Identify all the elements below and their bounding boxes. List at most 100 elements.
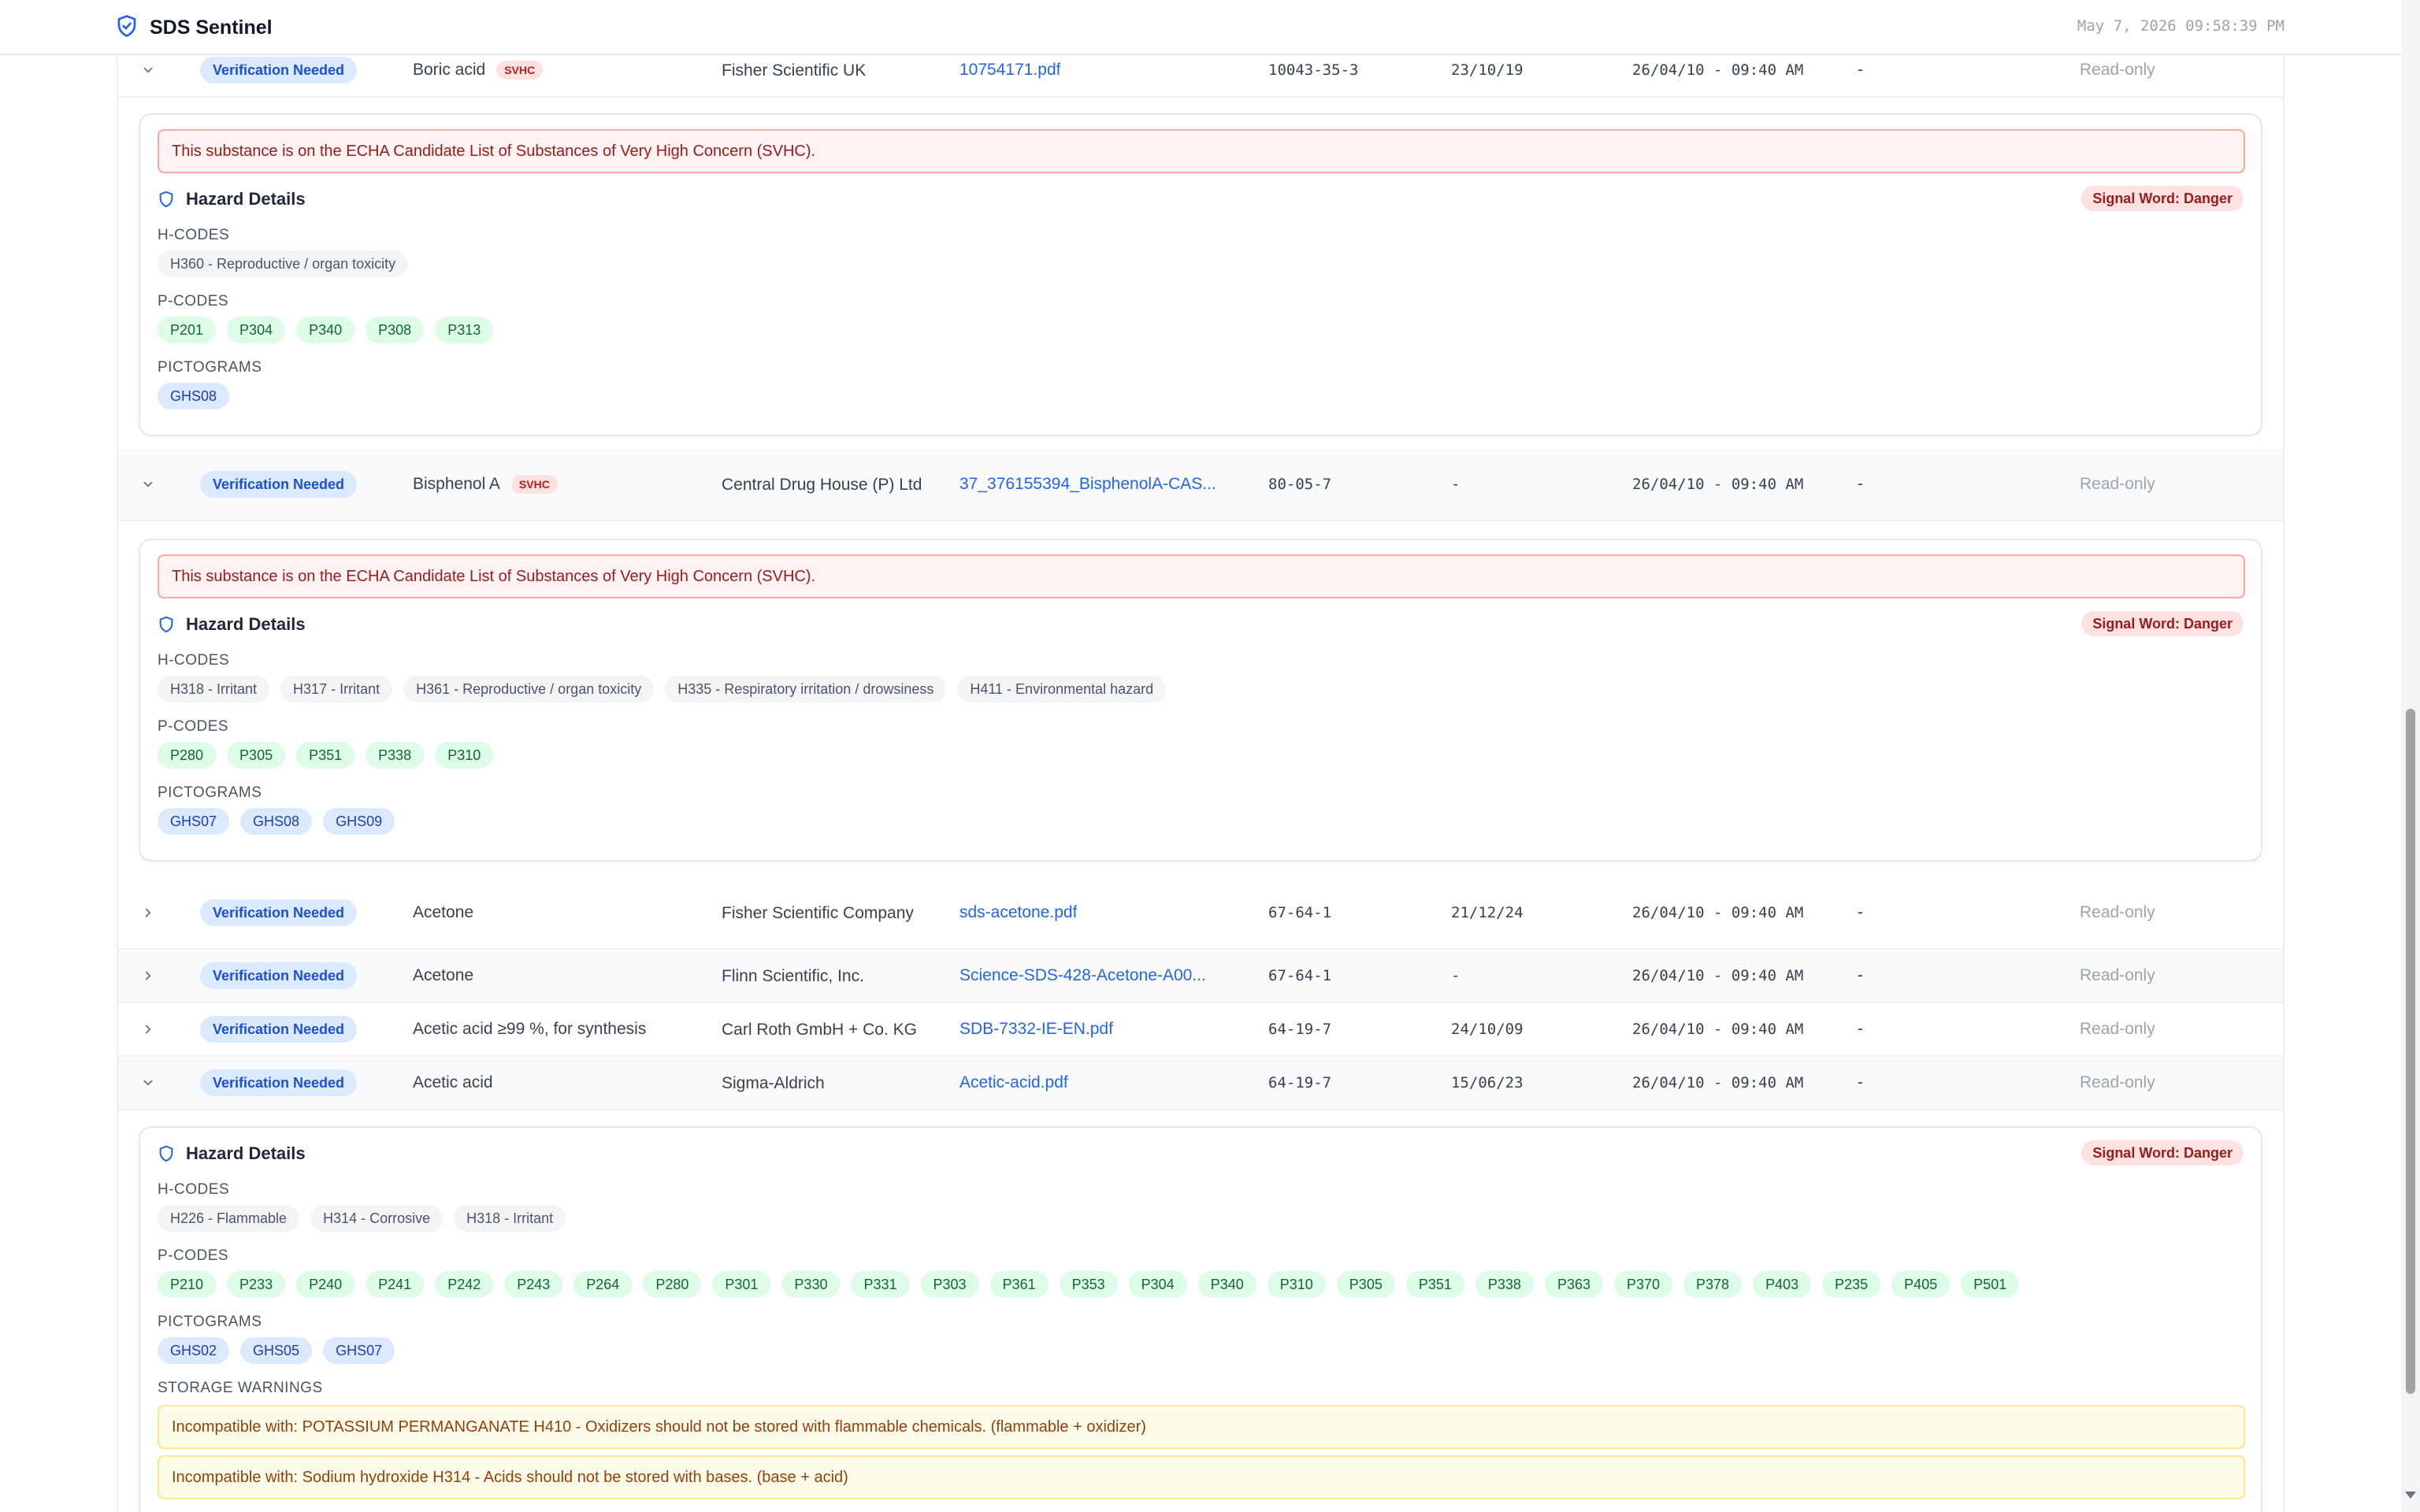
p-code-chip: P363 xyxy=(1544,1271,1603,1298)
product-name: Acetic acid ≥99 %, for synthesis xyxy=(413,1020,647,1038)
p-code-chip: P331 xyxy=(851,1271,910,1298)
p-code-chip: P338 xyxy=(366,742,425,769)
status-badge: Verification Needed xyxy=(200,57,358,83)
table-row[interactable]: Verification Needed Bisphenol A SVHC Cent… xyxy=(118,449,2283,521)
svhc-alert: This substance is on the ECHA Candidate … xyxy=(158,554,2245,598)
p-code-chip: P240 xyxy=(296,1271,355,1298)
p-code-chip: P378 xyxy=(1683,1271,1743,1298)
collapse-row-button[interactable] xyxy=(137,1057,159,1109)
sds-file-link[interactable]: SDB-7332-IE-EN.pdf xyxy=(959,1020,1113,1039)
collapse-row-button[interactable] xyxy=(137,55,159,96)
p-code-chip: P233 xyxy=(227,1271,286,1298)
h-codes-label: H-CODES xyxy=(158,652,230,669)
expand-row-button[interactable] xyxy=(137,950,159,1002)
table-row[interactable]: Verification Needed Boric acid SVHC Fishe… xyxy=(118,55,2283,98)
pictograms-label: PICTOGRAMS xyxy=(158,784,262,801)
owner: - xyxy=(1858,903,1863,921)
p-code-chip: P304 xyxy=(227,317,286,343)
p-code-chip: P210 xyxy=(158,1271,217,1298)
pictograms-list: GHS07 GHS08 GHS09 xyxy=(158,808,395,835)
expand-row-button[interactable] xyxy=(137,877,159,948)
product-name: Boric acid xyxy=(413,61,486,79)
h-code-chip: H411 - Environmental hazard xyxy=(957,676,1167,702)
p-code-chip: P370 xyxy=(1613,1271,1673,1298)
p-codes-list: P280 P305 P351 P338 P310 xyxy=(158,742,494,769)
chevron-right-icon xyxy=(145,1025,151,1034)
p-code-chip: P340 xyxy=(1197,1271,1256,1298)
p-code-chip: P201 xyxy=(158,317,217,343)
collapse-row-button[interactable] xyxy=(137,449,159,520)
h-code-chip: H335 - Respiratory irritation / drowsine… xyxy=(665,676,947,702)
product-name: Acetone xyxy=(413,966,474,984)
h-code-chip: H361 - Reproductive / organ toxicity xyxy=(403,676,655,702)
supplier-name: Carl Roth GmbH + Co. KG xyxy=(722,1020,917,1039)
cas-number: 67-64-1 xyxy=(1268,904,1332,921)
status-badge: Verification Needed xyxy=(200,962,358,989)
sds-file-link[interactable]: 37_376155394_BisphenolA-CAS... xyxy=(959,475,1216,494)
pictogram-chip: GHS09 xyxy=(323,808,395,835)
h-codes-list: H360 - Reproductive / organ toxicity xyxy=(158,250,409,277)
sds-file-link[interactable]: sds-acetone.pdf xyxy=(959,903,1077,922)
access-level: Read-only xyxy=(2080,61,2155,79)
p-code-chip: P305 xyxy=(1336,1271,1395,1298)
updated-time: 26/04/10 - 09:40 AM xyxy=(1632,967,1804,984)
signal-word-badge: Signal Word: Danger xyxy=(2081,186,2244,211)
table-row[interactable]: Verification Needed Acetic acid Sigma-Al… xyxy=(118,1057,2283,1110)
p-code-chip: P242 xyxy=(435,1271,494,1298)
revision-date: 15/06/23 xyxy=(1451,1074,1524,1091)
owner: - xyxy=(1858,61,1863,79)
h-code-chip: H318 - Irritant xyxy=(454,1205,566,1232)
updated-time: 26/04/10 - 09:40 AM xyxy=(1632,1074,1804,1091)
cas-number: 64-19-7 xyxy=(1268,1021,1332,1038)
h-code-chip: H318 - Irritant xyxy=(158,676,270,702)
p-code-chip: P313 xyxy=(435,317,494,343)
table-row[interactable]: Verification Needed Acetic acid ≥99 %, f… xyxy=(118,1003,2283,1057)
pictograms-list: GHS08 xyxy=(158,383,230,410)
hazard-details-panel: Hazard Details Signal Word: Danger H-COD… xyxy=(139,1126,2262,1512)
hazard-details-panel: This substance is on the ECHA Candidate … xyxy=(139,113,2262,436)
sds-file-link[interactable]: Science-SDS-428-Acetone-A00... xyxy=(959,966,1206,985)
p-codes-list: P210 P233 P240 P241 P242 P243 P264 P280 … xyxy=(158,1271,2020,1298)
h-codes-label: H-CODES xyxy=(158,1181,230,1198)
p-code-chip: P353 xyxy=(1059,1271,1118,1298)
p-code-chip: P351 xyxy=(296,742,355,769)
p-code-chip: P351 xyxy=(1405,1271,1464,1298)
cas-number: 64-19-7 xyxy=(1268,1074,1332,1091)
h-code-chip: H314 - Corrosive xyxy=(310,1205,444,1232)
owner: - xyxy=(1858,1020,1863,1038)
expand-row-button[interactable] xyxy=(137,1003,159,1055)
status-badge: Verification Needed xyxy=(200,471,358,498)
owner: - xyxy=(1858,966,1863,984)
pictograms-list: GHS02 GHS05 GHS07 xyxy=(158,1337,395,1364)
access-level: Read-only xyxy=(2080,966,2155,984)
sds-file-link[interactable]: Acetic-acid.pdf xyxy=(959,1073,1068,1092)
shield-icon xyxy=(159,616,173,633)
svhc-alert: This substance is on the ECHA Candidate … xyxy=(158,129,2245,173)
cas-number: 10043-35-3 xyxy=(1268,61,1359,79)
scrollbar-thumb[interactable] xyxy=(2406,709,2415,1394)
chevron-down-icon xyxy=(143,481,153,487)
h-codes-list: H226 - Flammable H314 - Corrosive H318 -… xyxy=(158,1205,566,1232)
signal-word-badge: Signal Word: Danger xyxy=(2081,1140,2244,1166)
vertical-scrollbar[interactable] xyxy=(2401,0,2420,1512)
p-code-chip: P361 xyxy=(989,1271,1049,1298)
access-level: Read-only xyxy=(2080,1020,2155,1038)
status-badge: Verification Needed xyxy=(200,1069,358,1096)
supplier-name: Sigma-Aldrich xyxy=(722,1073,825,1092)
p-code-chip: P403 xyxy=(1753,1271,1812,1298)
hazard-details-title: Hazard Details xyxy=(158,1143,306,1164)
sds-file-link[interactable]: 10754171.pdf xyxy=(959,61,1060,80)
brand[interactable]: SDS Sentinel xyxy=(115,14,273,42)
updated-time: 26/04/10 - 09:40 AM xyxy=(1632,904,1804,921)
sds-table: Verification Needed Boric acid SVHC Fishe… xyxy=(117,55,2285,1512)
pictogram-chip: GHS08 xyxy=(240,808,313,835)
scroll-down-arrow-icon[interactable] xyxy=(2405,1492,2416,1499)
storage-warnings-label: STORAGE WARNINGS xyxy=(158,1380,323,1396)
supplier-name: Flinn Scientific, Inc. xyxy=(722,966,864,985)
table-row[interactable]: Verification Needed Acetone Fisher Scien… xyxy=(118,877,2283,950)
h-codes-list: H318 - Irritant H317 - Irritant H361 - R… xyxy=(158,676,1167,702)
table-row[interactable]: Verification Needed Acetone Flinn Scient… xyxy=(118,950,2283,1003)
p-code-chip: P264 xyxy=(573,1271,633,1298)
chevron-right-icon xyxy=(145,971,151,980)
cas-number: 67-64-1 xyxy=(1268,967,1332,984)
